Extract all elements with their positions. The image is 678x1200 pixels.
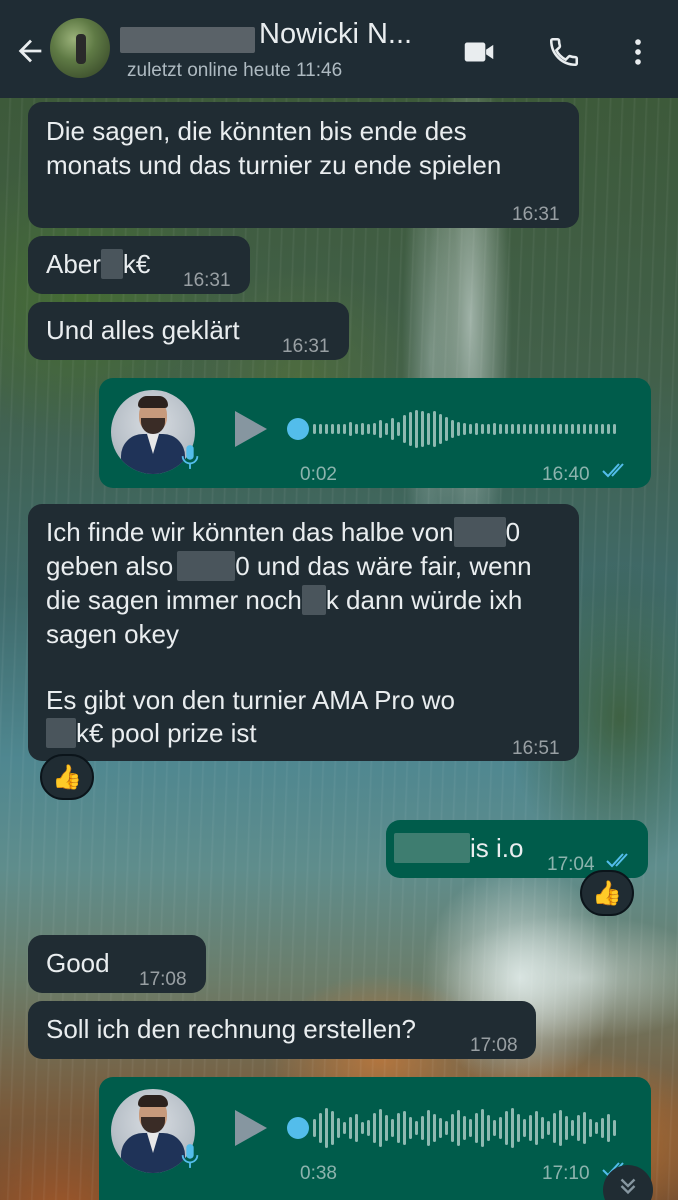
- chat-header: Nowicki N... zuletzt online heute 11:46: [0, 0, 678, 98]
- play-icon[interactable]: [231, 408, 271, 450]
- double-chevron-down-icon: [620, 1178, 636, 1195]
- message-text: Und alles geklärt: [46, 315, 240, 345]
- message-text: k€ pool prize ist: [46, 717, 257, 750]
- voice-waveform[interactable]: [313, 409, 616, 449]
- message-text: Aber k€: [46, 249, 151, 279]
- play-icon[interactable]: [231, 1107, 271, 1149]
- outgoing-voice-message[interactable]: 0:38 17:10: [99, 1077, 651, 1200]
- reaction-thumbs-up[interactable]: 👍: [580, 870, 634, 916]
- message-time: 16:31: [512, 204, 560, 225]
- contact-name[interactable]: Nowicki N...: [259, 18, 412, 51]
- incoming-message[interactable]: Ich finde wir könnten das halbe von 0 geb…: [28, 504, 579, 761]
- message-text: Soll ich den rechnung erstellen?: [46, 1014, 417, 1044]
- incoming-message[interactable]: Die sagen, die könnten bis ende des mona…: [28, 102, 579, 228]
- message-time: 17:10: [542, 1163, 590, 1184]
- incoming-message[interactable]: Soll ich den rechnung erstellen? 17:08: [28, 1001, 536, 1059]
- message-text: Die sagen, die könnten bis ende des: [46, 116, 467, 146]
- outgoing-voice-message[interactable]: 0:02 16:40: [99, 378, 651, 488]
- message-time: 16:51: [512, 738, 560, 759]
- message-text: die sagen immer noch k dann würde ixh: [46, 585, 523, 615]
- voice-waveform[interactable]: [313, 1108, 616, 1148]
- message-time: 17:08: [139, 969, 187, 990]
- incoming-message[interactable]: Aber k€ 16:31: [28, 236, 250, 294]
- back-arrow-icon: [18, 39, 42, 63]
- playback-position-dot[interactable]: [287, 418, 309, 440]
- microphone-icon: [181, 1144, 199, 1168]
- read-receipt-icon: [606, 853, 628, 868]
- message-time: 16:31: [183, 270, 231, 291]
- read-receipt-icon: [602, 463, 624, 478]
- playback-position-dot[interactable]: [287, 1117, 309, 1139]
- redacted-text: [394, 833, 470, 863]
- message-time: 17:08: [470, 1035, 518, 1056]
- incoming-message[interactable]: Good 17:08: [28, 935, 206, 993]
- video-call-icon: [464, 42, 494, 62]
- message-text: Es gibt von den turnier AMA Pro wo: [46, 685, 455, 715]
- message-text: sagen okey: [46, 619, 179, 649]
- message-time: 16:31: [282, 336, 330, 357]
- redacted-name: [120, 27, 255, 53]
- back-button[interactable]: [10, 31, 50, 71]
- more-options-icon: [635, 39, 641, 65]
- message-text: Good: [46, 948, 110, 978]
- redacted-amount: [46, 718, 76, 748]
- message-text: is i.o: [394, 832, 523, 865]
- reaction-thumbs-up[interactable]: 👍: [40, 754, 94, 800]
- microphone-icon: [181, 445, 199, 469]
- message-time: 16:40: [542, 464, 590, 485]
- voice-call-button[interactable]: [544, 32, 584, 72]
- voice-duration: 0:02: [300, 464, 337, 485]
- video-call-button[interactable]: [459, 32, 499, 72]
- message-text: monats und das turnier zu ende spielen: [46, 150, 502, 180]
- redacted-amount: [100, 249, 123, 279]
- incoming-message[interactable]: Und alles geklärt 16:31: [28, 302, 349, 360]
- redacted-amount: [177, 551, 236, 581]
- message-text: geben also 0 und das wäre fair, wenn: [46, 551, 532, 581]
- redacted-amount: [453, 517, 506, 547]
- message-text: Ich finde wir könnten das halbe von 0: [46, 517, 521, 547]
- redacted-amount: [301, 585, 326, 615]
- more-options-button[interactable]: [618, 32, 658, 72]
- voice-duration: 0:38: [300, 1163, 337, 1184]
- contact-avatar[interactable]: [50, 18, 110, 78]
- last-seen-status: zuletzt online heute 11:46: [127, 60, 343, 81]
- phone-icon: [549, 37, 579, 67]
